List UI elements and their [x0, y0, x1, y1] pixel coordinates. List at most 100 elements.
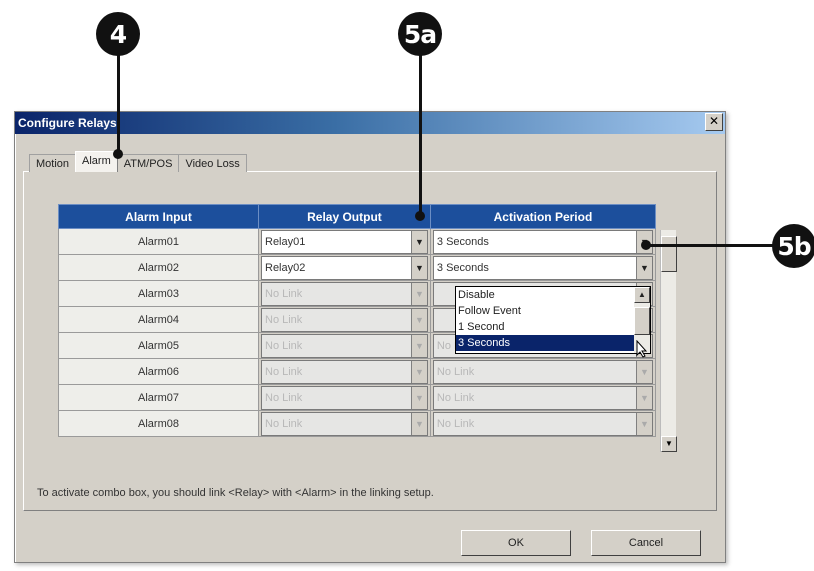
activation-period-dropdown: Disable Follow Event 1 Second 3 Seconds …	[455, 286, 651, 354]
chevron-down-icon[interactable]: ▼	[410, 386, 427, 409]
callout-4-dot	[113, 149, 123, 159]
chevron-down-icon[interactable]: ▼	[636, 256, 652, 279]
help-note: To activate combo box, you should link <…	[37, 487, 434, 499]
combo-value: No Link	[265, 287, 303, 300]
callout-5b-dot	[641, 240, 651, 250]
scroll-down-icon[interactable]: ▼	[661, 436, 677, 452]
relay-output-combo[interactable]: No Link ▼	[261, 307, 428, 332]
dropdown-option[interactable]: 1 Second	[456, 319, 636, 335]
activation-period-combo[interactable]: No Link ▼	[432, 411, 653, 436]
alarm-input-cell: Alarm06	[58, 358, 259, 385]
activation-period-cell: 3 Seconds ▼	[429, 254, 657, 281]
chevron-down-icon[interactable]: ▼	[410, 230, 427, 253]
dropdown-option-selected[interactable]: 3 Seconds	[456, 335, 636, 351]
alarm-input-cell: Alarm07	[58, 384, 259, 411]
callout-5a-badge: 5a	[398, 12, 442, 56]
chevron-down-icon[interactable]: ▼	[410, 360, 427, 383]
combo-value: No Link	[265, 365, 303, 378]
close-icon: ✕	[708, 114, 720, 128]
tab-atm-pos[interactable]: ATM/POS	[116, 154, 180, 172]
scroll-thumb[interactable]	[634, 307, 650, 335]
combo-value: No Link	[265, 391, 303, 404]
relay-output-combo[interactable]: No Link ▼	[261, 385, 428, 410]
callout-5b-line	[646, 244, 774, 247]
table-row: Alarm02 Relay02 ▼ 3 Seconds ▼	[58, 254, 657, 281]
relay-output-cell: No Link ▼	[258, 410, 431, 437]
dropdown-option[interactable]: Disable	[456, 287, 636, 303]
callout-5a-dot	[415, 211, 425, 221]
window-title: Configure Relays	[18, 116, 117, 130]
relay-output-cell: No Link ▼	[258, 332, 431, 359]
activation-period-combo[interactable]: No Link ▼	[432, 359, 653, 384]
table-row: Alarm01 Relay01 ▼3 Seconds▼	[58, 228, 657, 255]
relay-output-cell: No Link ▼	[258, 384, 431, 411]
chevron-down-icon[interactable]: ▼	[636, 412, 652, 435]
relay-output-cell: No Link ▼	[258, 280, 431, 307]
table-row: Alarm06 No Link ▼ No Link ▼	[58, 358, 657, 385]
alarm-input-cell: Alarm02	[58, 254, 259, 281]
combo-value: No Link	[436, 391, 475, 404]
relay-output-cell: Relay02 ▼	[258, 254, 431, 281]
scroll-thumb[interactable]	[661, 236, 677, 272]
chevron-down-icon[interactable]: ▼	[410, 412, 427, 435]
combo-value: No Link	[265, 417, 303, 430]
relay-output-cell: Relay01 ▼	[258, 228, 431, 255]
table-row: Alarm07 No Link ▼ No Link ▼	[58, 384, 657, 411]
activation-period-combo[interactable]: 3 Seconds▼	[432, 229, 653, 254]
alarm-input-cell: Alarm08	[58, 410, 259, 437]
column-header-alarm-input: Alarm Input	[58, 204, 259, 229]
activation-period-combo[interactable]: 3 Seconds ▼	[432, 255, 653, 280]
relay-output-cell: No Link ▼	[258, 306, 431, 333]
combo-value: Relay01	[265, 235, 306, 248]
tab-strip: Motion Alarm ATM/POS Video Loss	[29, 151, 247, 172]
callout-5a-line	[419, 54, 422, 216]
table-row: Alarm08 No Link ▼ No Link ▼	[58, 410, 657, 437]
chevron-down-icon[interactable]: ▼	[410, 334, 427, 357]
close-button[interactable]: ✕	[705, 113, 723, 131]
relay-output-combo[interactable]: No Link ▼	[261, 281, 428, 306]
combo-value: Relay02	[265, 261, 306, 274]
mouse-pointer-icon	[636, 340, 648, 358]
combo-value: No Link	[436, 417, 475, 430]
tab-video-loss[interactable]: Video Loss	[178, 154, 247, 172]
alarm-input-cell: Alarm01	[58, 228, 259, 255]
scroll-up-icon[interactable]: ▲	[634, 287, 650, 303]
table-header-row: Alarm Input Relay Output Activation Peri…	[58, 204, 657, 229]
callout-4-line	[117, 54, 120, 154]
combo-value: No Link	[265, 339, 303, 352]
chevron-down-icon[interactable]: ▼	[636, 386, 652, 409]
combo-value: No Link	[436, 365, 475, 378]
combo-value: No Link	[265, 313, 303, 326]
relay-output-combo[interactable]: Relay01 ▼	[261, 229, 428, 254]
chevron-down-icon[interactable]: ▼	[410, 256, 427, 279]
activation-period-combo[interactable]: No Link ▼	[432, 385, 653, 410]
tab-alarm[interactable]: Alarm	[75, 151, 118, 172]
cancel-button[interactable]: Cancel	[591, 530, 701, 556]
chevron-down-icon[interactable]: ▼	[636, 360, 652, 383]
ok-button[interactable]: OK	[461, 530, 571, 556]
combo-value: 3 Seconds	[436, 235, 489, 248]
alarm-input-cell: Alarm03	[58, 280, 259, 307]
title-bar: Configure Relays ✕	[15, 112, 725, 134]
relay-output-combo[interactable]: No Link ▼	[261, 333, 428, 358]
tab-motion[interactable]: Motion	[29, 154, 77, 172]
callout-4-badge: 4	[96, 12, 140, 56]
relay-output-combo[interactable]: Relay02 ▼	[261, 255, 428, 280]
relay-output-combo[interactable]: No Link ▼	[261, 359, 428, 384]
table-scrollbar[interactable]: ▼	[660, 230, 677, 452]
combo-value: 3 Seconds	[436, 261, 489, 274]
activation-period-cell: No Link ▼	[429, 410, 657, 437]
activation-period-cell: 3 Seconds▼	[429, 228, 657, 255]
alarm-input-cell: Alarm04	[58, 306, 259, 333]
callout-5b-badge: 5b	[772, 224, 814, 268]
alarm-input-cell: Alarm05	[58, 332, 259, 359]
relay-output-cell: No Link ▼	[258, 358, 431, 385]
relay-output-combo[interactable]: No Link ▼	[261, 411, 428, 436]
chevron-down-icon[interactable]: ▼	[410, 308, 427, 331]
column-header-relay-output: Relay Output	[258, 204, 431, 229]
activation-period-cell: No Link ▼	[429, 384, 657, 411]
chevron-down-icon[interactable]: ▼	[410, 282, 427, 305]
dropdown-option[interactable]: Follow Event	[456, 303, 636, 319]
activation-period-cell: No Link ▼	[429, 358, 657, 385]
column-header-activation-period: Activation Period	[429, 204, 657, 229]
